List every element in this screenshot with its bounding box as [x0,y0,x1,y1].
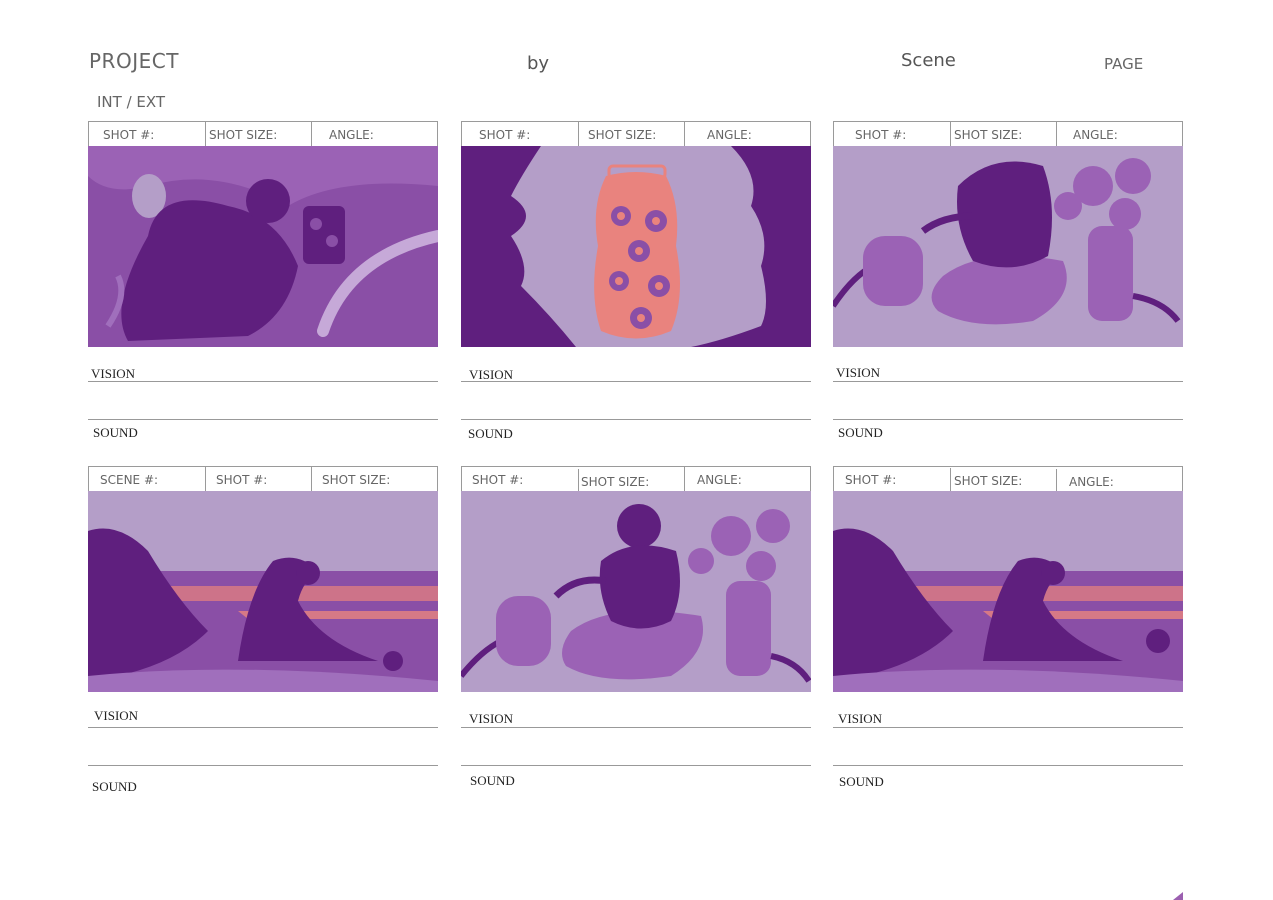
separator-line [461,419,811,420]
sound-label: SOUND [839,774,884,789]
vision-label: VISION [469,711,514,726]
shot-number-field[interactable]: SHOT #: [845,467,896,491]
shot-info-bar: SHOT #: SHOT SIZE: ANGLE: [461,466,811,493]
vision-line [461,381,811,382]
storyboard-panel-2: SHOT #: SHOT SIZE: ANGLE: VISION SOUND [461,121,811,447]
shot-info-bar: SHOT #: SHOT SIZE: ANGLE: [833,121,1183,146]
shot-info-bar: SHOT #: SHOT SIZE: ANGLE: [88,121,438,146]
vision-line [461,727,811,728]
panel-image-landscape-wave [88,491,438,692]
vision-label: VISION [838,711,883,726]
separator-line [88,765,438,766]
shot-info-bar: SHOT #: SHOT SIZE: ANGLE: [833,466,1183,493]
vision-line [88,727,438,728]
storyboard-panel-1: SHOT #: SHOT SIZE: ANGLE: VISION SOUND [88,121,438,447]
panel-image-figure-jar [88,146,438,347]
sound-label: SOUND [468,426,513,441]
separator-line [88,419,438,420]
sound-label: SOUND [93,425,138,440]
project-label: PROJECT [89,49,179,73]
page-label: PAGE [1104,55,1144,73]
shot-size-field[interactable]: SHOT SIZE: [205,122,277,146]
shot-size-field[interactable]: SHOT SIZE: [311,467,390,491]
panel-image-landscape-wave [833,491,1183,692]
angle-field[interactable]: ANGLE: [684,122,752,146]
angle-field[interactable]: ANGLE: [684,467,742,491]
vision-label: VISION [836,365,881,380]
int-ext-label: INT / EXT [97,93,166,111]
separator-line [833,765,1183,766]
vision-line [88,381,438,382]
storyboard-panel-5: SHOT #: SHOT SIZE: ANGLE: VISION SOUND [461,466,811,792]
page-corner-mark [1173,892,1183,900]
separator-line [833,419,1183,420]
angle-field[interactable]: ANGLE: [311,122,374,146]
shot-number-field[interactable]: SHOT #: [472,467,523,491]
sound-label: SOUND [92,779,137,794]
storyboard-panel-3: SHOT #: SHOT SIZE: ANGLE: VISION SOUND [833,121,1183,447]
storyboard-panel-6: SHOT #: SHOT SIZE: ANGLE: VISION SOUND [833,466,1183,792]
shot-number-field[interactable]: SHOT #: [479,122,530,146]
shot-number-field[interactable]: SHOT #: [855,122,906,146]
separator-line [461,765,811,766]
vision-label: VISION [94,708,139,723]
sound-label: SOUND [470,773,515,788]
scene-number-field[interactable]: SCENE #: [100,467,158,491]
shot-number-field[interactable]: SHOT #: [205,467,267,491]
by-label: by [527,53,550,74]
shot-number-field[interactable]: SHOT #: [103,122,154,146]
scene-label: Scene [901,50,956,71]
shot-info-bar: SHOT #: SHOT SIZE: ANGLE: [461,121,811,146]
angle-field[interactable]: ANGLE: [1056,122,1118,146]
shot-info-bar: SCENE #: SHOT #: SHOT SIZE: [88,466,438,491]
panel-image-patterned-jar [461,146,811,347]
shot-size-field[interactable]: SHOT SIZE: [578,469,649,493]
storyboard-panel-4: SCENE #: SHOT #: SHOT SIZE: VISION SOUND [88,466,438,794]
vision-label: VISION [91,366,136,381]
panel-image-figure-flowers [461,491,811,692]
angle-field[interactable]: ANGLE: [1056,469,1114,493]
shot-size-field[interactable]: SHOT SIZE: [950,468,1022,492]
vision-line [833,727,1183,728]
vision-line [833,381,1183,382]
shot-size-field[interactable]: SHOT SIZE: [950,122,1022,146]
panel-image-figure-flowers [833,146,1183,347]
shot-size-field[interactable]: SHOT SIZE: [578,122,656,146]
sound-label: SOUND [838,425,883,440]
